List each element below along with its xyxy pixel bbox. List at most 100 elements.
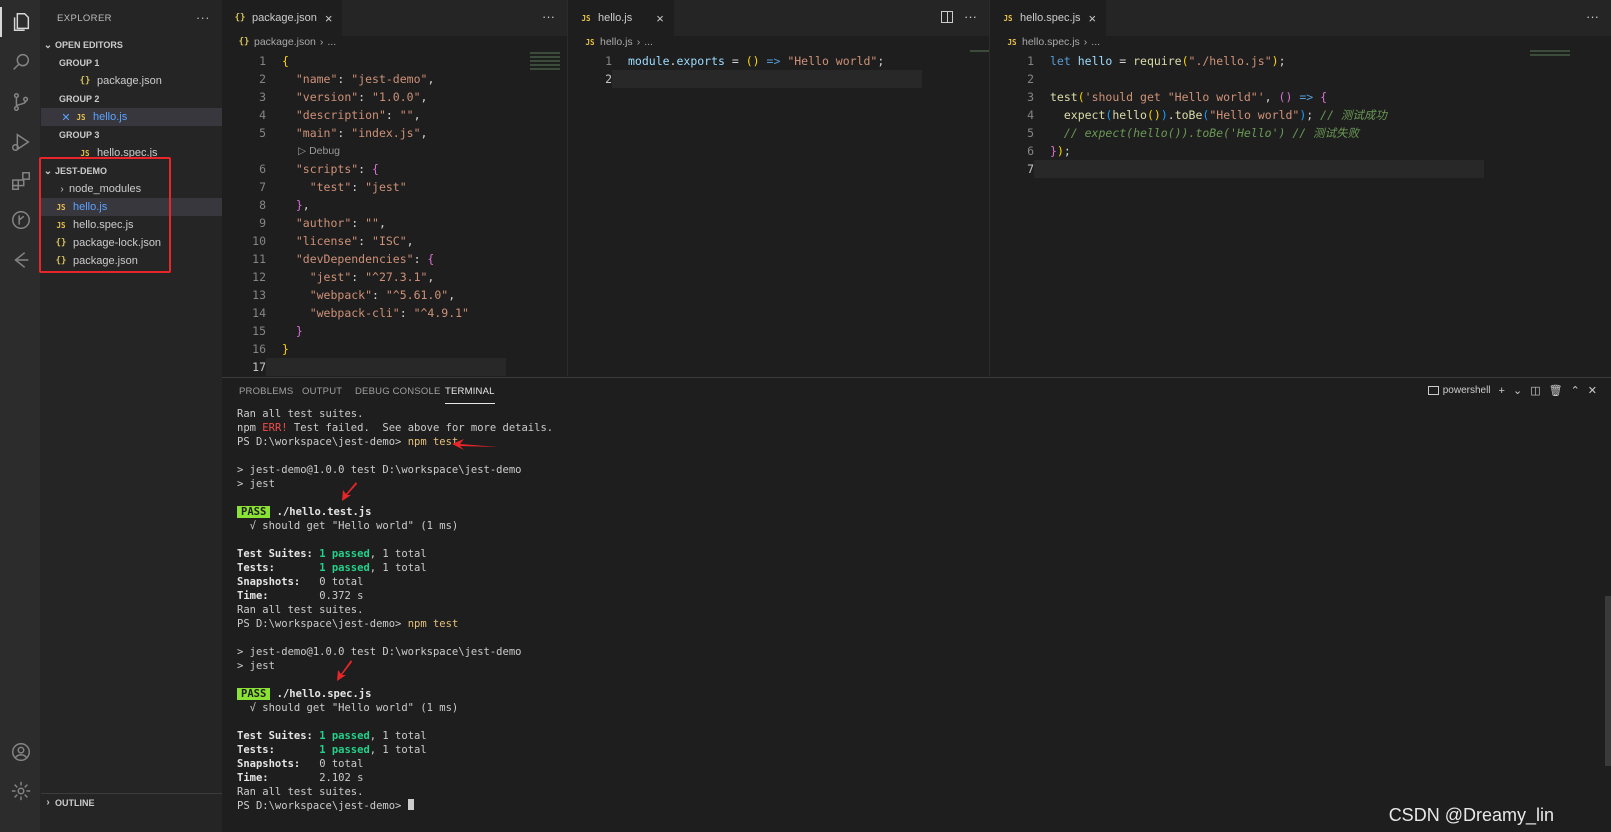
terminal-output[interactable]: Ran all test suites. npm ERR! Test faile…	[237, 407, 553, 813]
js-file-icon: JS	[76, 112, 86, 122]
breadcrumb[interactable]: JS hello.js › ...	[568, 35, 989, 49]
account-icon[interactable]	[0, 733, 41, 771]
split-editor-icon[interactable]	[941, 11, 953, 23]
more-actions-icon[interactable]: ···	[1586, 9, 1599, 24]
json-value: ""	[365, 216, 379, 230]
json-key: "test"	[309, 180, 352, 194]
terminal-line: Test Suites: 1 passed, 1 total	[237, 730, 427, 742]
file-item[interactable]: {} package.json	[41, 252, 222, 270]
shell-name: powershell	[1442, 385, 1491, 396]
trash-icon[interactable]: 🗑	[1549, 384, 1563, 397]
terminal-scrollbar[interactable]	[1605, 596, 1611, 766]
chevron-down-icon[interactable]: ⌄	[1513, 384, 1522, 397]
breadcrumb-file: hello.js	[600, 36, 633, 48]
tab-package-json[interactable]: {} package.json ×	[222, 0, 343, 36]
open-editors-section[interactable]: ⌄ OPEN EDITORS	[41, 36, 222, 54]
line-number: 16	[252, 342, 266, 356]
tab-hello-js[interactable]: JS hello.js ×	[568, 0, 674, 36]
close-icon[interactable]: ×	[325, 11, 333, 26]
line-number: 13	[252, 288, 266, 302]
json-file-icon: {}	[79, 76, 91, 86]
project-section[interactable]: ⌄ JEST-DEMO	[41, 162, 222, 180]
close-icon[interactable]: ×	[1089, 11, 1097, 26]
extensions-icon[interactable]	[0, 162, 41, 200]
code-area[interactable]: 1 let hello = require("./hello.js"); 2 3t…	[990, 52, 1611, 178]
chevron-right-icon: ›	[46, 797, 50, 808]
terminal-line: Snapshots: 0 total	[237, 758, 364, 770]
terminal-line: > jest	[237, 660, 275, 672]
settings-icon[interactable]	[0, 772, 41, 810]
editor-hello-js[interactable]: JS hello.js × ··· JS hello.js › ... 1 mod…	[567, 0, 989, 376]
terminal-line: npm ERR! Test failed. See above for more…	[237, 422, 554, 434]
code-area[interactable]: 1 module.exports = () => "Hello world"; 2	[568, 52, 989, 88]
terminal-selector[interactable]: powershell	[1427, 385, 1491, 396]
tab-terminal[interactable]: TERMINAL	[445, 386, 495, 404]
breadcrumb[interactable]: JS hello.spec.js › ...	[990, 35, 1611, 49]
code-token: hello	[1112, 108, 1147, 122]
folder-item[interactable]: › node_modules	[41, 180, 222, 198]
source-control-icon[interactable]	[0, 83, 41, 121]
minimap[interactable]	[530, 52, 560, 82]
open-editor-item[interactable]: ✕ JS hello.js	[41, 108, 222, 126]
code-area[interactable]: 1{ 2 "name": "jest-demo", 3 "version": "…	[222, 52, 567, 376]
json-key: "webpack-cli"	[309, 306, 400, 320]
project-label: JEST-DEMO	[55, 166, 108, 176]
annotation-arrow	[342, 482, 357, 501]
open-editor-item[interactable]: {} package.json	[41, 72, 222, 90]
terminal-line: Ran all test suites.	[237, 786, 364, 798]
outline-label: OUTLINE	[55, 797, 95, 808]
json-key: "description"	[295, 108, 386, 122]
json-value: "1.0.0"	[372, 90, 421, 104]
close-icon[interactable]: ✕	[59, 111, 73, 124]
js-file-icon: JS	[1003, 13, 1013, 23]
editor-package-json[interactable]: {} package.json × ··· {} package.json › …	[222, 0, 567, 376]
more-actions-icon[interactable]: ···	[964, 9, 977, 24]
close-icon[interactable]: ✕	[1588, 384, 1597, 397]
breadcrumb[interactable]: {} package.json › ...	[222, 35, 567, 49]
more-actions-icon[interactable]: ···	[542, 9, 555, 24]
git-history-icon[interactable]	[0, 201, 41, 239]
line-number: 3	[1027, 90, 1034, 104]
json-key: "author"	[295, 216, 352, 230]
bottom-panel: PROBLEMS OUTPUT DEBUG CONSOLE TERMINAL p…	[222, 377, 1611, 832]
run-debug-icon[interactable]	[0, 123, 41, 161]
editor-hello-spec-js[interactable]: JS hello.spec.js × ··· JS hello.spec.js …	[989, 0, 1611, 376]
line-number: 4	[259, 108, 266, 122]
file-item[interactable]: JS hello.js	[41, 198, 222, 216]
close-icon[interactable]: ×	[656, 11, 664, 26]
file-item[interactable]: {} package-lock.json	[41, 234, 222, 252]
json-file-icon: {}	[234, 13, 246, 23]
terminal-line: PS D:\workspace\jest-demo>	[237, 799, 553, 813]
more-actions-icon[interactable]: ···	[196, 10, 210, 25]
minimap[interactable]	[1530, 50, 1570, 80]
file-item[interactable]: JS hello.spec.js	[41, 216, 222, 234]
terminal-line: Tests: 1 passed, 1 total	[237, 744, 427, 756]
terminal-line: PASS ./hello.test.js	[237, 505, 553, 519]
tab-output[interactable]: OUTPUT	[302, 386, 342, 397]
add-terminal-icon[interactable]: +	[1499, 385, 1505, 397]
code-token: let	[1050, 54, 1071, 68]
split-terminal-icon[interactable]: ◫	[1530, 384, 1540, 397]
remote-icon[interactable]	[0, 241, 41, 279]
terminal-line: Ran all test suites.	[237, 604, 364, 616]
line-number: 8	[259, 198, 266, 212]
open-editor-item[interactable]: JS hello.spec.js	[41, 144, 222, 162]
debug-codelens[interactable]: ▷ Debug	[222, 142, 567, 160]
chevron-right-icon: ›	[1083, 36, 1088, 48]
tab-label: hello.js	[598, 12, 633, 24]
chevron-down-icon: ⌄	[43, 165, 53, 177]
outline-section[interactable]: › OUTLINE	[41, 793, 222, 811]
search-icon[interactable]	[0, 43, 41, 81]
js-file-icon: JS	[1007, 37, 1017, 47]
maximize-panel-icon[interactable]: ⌃	[1571, 384, 1580, 397]
tab-debug-console[interactable]: DEBUG CONSOLE	[355, 386, 440, 397]
files-icon[interactable]	[0, 3, 41, 41]
editor-tabbar: JS hello.js × ···	[568, 0, 989, 36]
editor-tabbar: JS hello.spec.js × ···	[990, 0, 1611, 36]
json-file-icon: {}	[55, 238, 67, 248]
breadcrumb-more: ...	[1091, 36, 1101, 48]
tab-problems[interactable]: PROBLEMS	[239, 386, 293, 397]
minimap[interactable]	[970, 50, 989, 80]
tab-hello-spec-js[interactable]: JS hello.spec.js ×	[990, 0, 1107, 36]
editor-tabbar: {} package.json × ···	[222, 0, 567, 36]
